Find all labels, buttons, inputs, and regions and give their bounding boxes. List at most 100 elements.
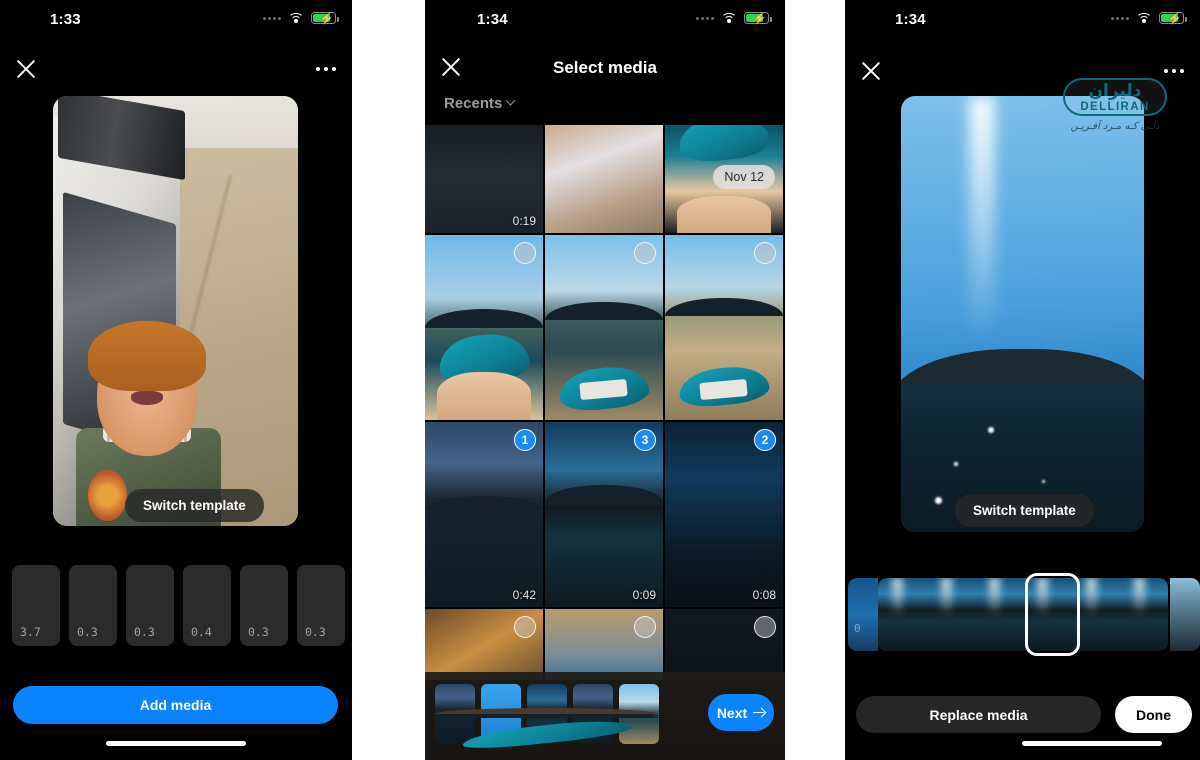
- status-bar-trimmer: 1:34 ⚡: [845, 0, 1200, 40]
- filmstrip-frame[interactable]: [926, 578, 975, 651]
- preview-sun-ray: [969, 96, 996, 341]
- media-duration: 0:08: [752, 588, 776, 602]
- status-time: 1:34: [477, 11, 508, 28]
- status-bar-editor: 1:33 ⚡: [0, 0, 352, 40]
- grid-item-lake-night-dark[interactable]: 2 0:08: [665, 422, 783, 607]
- next-button[interactable]: Next: [708, 694, 774, 731]
- segment-duration: 0.3: [248, 625, 269, 639]
- screenshot-stage: 1:33 ⚡ Switch template 3.7 0.3 0.3 0.4 0…: [0, 0, 1200, 760]
- watermark-latin: DELLIRAN: [1080, 100, 1150, 113]
- replace-media-button[interactable]: Replace media: [856, 696, 1101, 733]
- grid-item-kayak-shore-calm[interactable]: [545, 235, 663, 420]
- grid-item-kayak-knees-top[interactable]: Nov 12: [665, 125, 783, 233]
- battery-charging-icon: ⚡: [1159, 12, 1187, 25]
- hill-shape: [425, 309, 543, 328]
- select-badge[interactable]: 3: [634, 429, 656, 451]
- filmstrip-frame[interactable]: [878, 578, 927, 651]
- timeline-segment[interactable]: 0.3: [297, 565, 345, 646]
- page-title: Select media: [553, 58, 657, 77]
- status-time: 1:33: [50, 11, 81, 28]
- more-options-icon[interactable]: [1164, 69, 1184, 73]
- switch-template-button[interactable]: Switch template: [955, 494, 1094, 527]
- close-icon[interactable]: [856, 56, 886, 86]
- status-time: 1:34: [895, 11, 926, 28]
- home-indicator: [106, 741, 246, 746]
- panel-template-editor: 1:33 ⚡ Switch template 3.7 0.3 0.3 0.4 0…: [0, 0, 352, 760]
- timeline-segment[interactable]: 3.7: [12, 565, 60, 646]
- album-label: Recents: [444, 95, 503, 112]
- timeline-segment[interactable]: 0.4: [183, 565, 231, 646]
- select-badge[interactable]: [754, 616, 776, 638]
- more-options-icon[interactable]: [316, 67, 336, 71]
- date-chip: Nov 12: [713, 165, 775, 189]
- knees-shape: [676, 195, 772, 233]
- grid-item-lake-water-video[interactable]: 0:19: [425, 125, 543, 233]
- preview-shirt-logo: [87, 469, 128, 521]
- media-grid[interactable]: 0:19 Nov 12 1 0:42 3 0:09 2 0:08: [425, 125, 785, 680]
- status-indicators: ⚡: [1111, 12, 1187, 25]
- next-label: Next: [716, 704, 748, 721]
- watermark-script: دلیران: [1088, 81, 1142, 101]
- segment-duration: 3.7: [20, 625, 41, 639]
- album-selector[interactable]: Recents: [444, 95, 516, 112]
- filmstrip-prev-clip[interactable]: 0: [848, 578, 878, 651]
- wifi-icon: [1136, 12, 1152, 24]
- selected-media-tray: Next: [425, 672, 785, 760]
- template-preview-card[interactable]: [53, 96, 298, 526]
- filmstrip-track[interactable]: [878, 578, 1168, 651]
- filmstrip-edge-value: 0: [854, 622, 861, 635]
- hill-shape: [425, 496, 543, 511]
- timeline-segment[interactable]: 0.3: [69, 565, 117, 646]
- select-badge[interactable]: 2: [754, 429, 776, 451]
- trim-preview-card[interactable]: [901, 96, 1144, 532]
- segment-duration: 0.3: [77, 625, 98, 639]
- select-badge[interactable]: 1: [514, 429, 536, 451]
- knees-shape: [436, 371, 532, 420]
- signal-dots-icon: [696, 16, 714, 20]
- arrow-right-icon: [753, 707, 765, 719]
- grid-item-campfire-food[interactable]: [425, 609, 543, 680]
- wifi-icon: [721, 12, 737, 24]
- home-indicator: [1022, 741, 1162, 746]
- close-icon[interactable]: [11, 54, 41, 84]
- status-indicators: ⚡: [696, 12, 772, 25]
- status-bar-picker: 1:34 ⚡: [425, 0, 785, 40]
- kayak-shape: [677, 125, 771, 165]
- grid-item-girl-portrait[interactable]: [545, 125, 663, 233]
- select-badge[interactable]: [514, 616, 536, 638]
- select-badge[interactable]: [634, 616, 656, 638]
- preview-mouth: [130, 390, 164, 405]
- signal-dots-icon: [1111, 16, 1129, 20]
- hill-shape: [545, 484, 663, 504]
- timeline-segment[interactable]: 0.3: [126, 565, 174, 646]
- chevron-down-icon: [505, 95, 516, 106]
- select-badge[interactable]: [514, 242, 536, 264]
- timeline-segment[interactable]: 0.3: [240, 565, 288, 646]
- status-indicators: ⚡: [263, 12, 339, 25]
- segment-duration: 0.4: [191, 625, 212, 639]
- grid-item-dark-scene[interactable]: [665, 609, 783, 680]
- filmstrip-selection-handle[interactable]: [1025, 573, 1080, 656]
- timeline-segments: 3.7 0.3 0.3 0.4 0.3 0.3: [12, 565, 345, 646]
- media-duration: 0:42: [512, 588, 536, 602]
- hill-shape: [545, 301, 663, 321]
- done-button[interactable]: Done: [1115, 696, 1192, 733]
- battery-charging-icon: ⚡: [744, 12, 772, 25]
- grid-item-lake-sunbeam[interactable]: 3 0:09: [545, 422, 663, 607]
- switch-template-button[interactable]: Switch template: [125, 489, 264, 522]
- grid-item-kayak-lake-knees[interactable]: [425, 235, 543, 420]
- add-media-button[interactable]: Add media: [13, 686, 338, 724]
- filmstrip-frame[interactable]: [974, 578, 1023, 651]
- grid-item-lake-dusk-wide[interactable]: 1 0:42: [425, 422, 543, 607]
- filmstrip-next-clip[interactable]: [1170, 578, 1200, 651]
- grid-item-kayak-shore-wide[interactable]: [665, 235, 783, 420]
- tray-thumbnails: [435, 684, 659, 752]
- media-duration: 0:09: [632, 588, 656, 602]
- select-badge[interactable]: [634, 242, 656, 264]
- grid-item-boat-ramp[interactable]: [545, 609, 663, 680]
- battery-charging-icon: ⚡: [311, 12, 339, 25]
- segment-duration: 0.3: [134, 625, 155, 639]
- select-badge[interactable]: [754, 242, 776, 264]
- preview-sparkle: [1041, 479, 1045, 483]
- filmstrip-frame[interactable]: [1119, 578, 1168, 651]
